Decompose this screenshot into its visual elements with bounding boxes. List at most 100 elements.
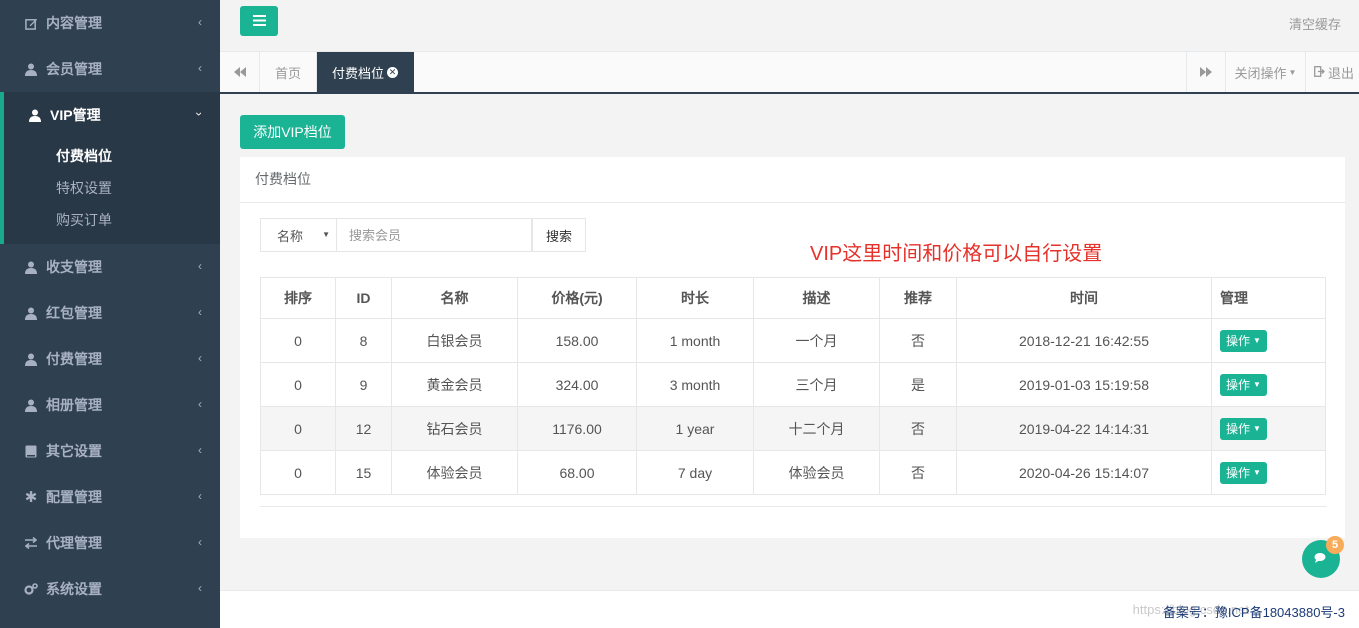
- submenu-item-orders[interactable]: 购买订单: [4, 204, 220, 236]
- action-label: 操作: [1226, 334, 1251, 348]
- cell-duration: 1 month: [636, 318, 754, 363]
- topbar: 清空缓存: [220, 0, 1359, 52]
- sidebar-item-label: 红包管理: [46, 305, 102, 321]
- close-operations-dropdown[interactable]: 关闭操作 ▼: [1226, 52, 1306, 92]
- forward-icon: [1200, 65, 1212, 80]
- cell-id: 9: [335, 362, 392, 407]
- submenu-item-privileges[interactable]: 特权设置: [4, 172, 220, 204]
- sidebar-item-other-settings[interactable]: 其它设置 ‹: [0, 428, 220, 474]
- column-header: 管理: [1211, 277, 1326, 319]
- cell-actions: 操作 ▼: [1211, 362, 1326, 407]
- tab-scroll-left-button[interactable]: [220, 52, 260, 92]
- exchange-icon: [24, 536, 38, 550]
- sidebar-item-label: 收支管理: [46, 259, 102, 275]
- sidebar-item-label: 其它设置: [46, 443, 102, 459]
- edit-icon: [24, 16, 38, 30]
- sidebar-item-label: VIP管理: [50, 107, 101, 123]
- chat-badge: 5: [1326, 536, 1344, 554]
- cell-order: 0: [260, 450, 336, 495]
- row-actions-dropdown[interactable]: 操作 ▼: [1220, 329, 1267, 352]
- column-header: 排序: [260, 277, 336, 319]
- chevron-left-icon: ‹: [198, 443, 202, 457]
- caret-down-icon: ▼: [1253, 380, 1261, 389]
- chevron-left-icon: ‹: [198, 305, 202, 319]
- cell-price: 1176.00: [517, 406, 637, 451]
- cell-name: 体验会员: [391, 450, 518, 495]
- sidebar-item-members[interactable]: 会员管理 ‹: [0, 46, 220, 92]
- caret-down-icon: ▼: [322, 230, 330, 239]
- user-icon: [24, 306, 38, 320]
- tab-label: 付费档位: [332, 65, 385, 81]
- user-icon: [24, 398, 38, 412]
- sidebar-item-redpacket[interactable]: 红包管理 ‹: [0, 290, 220, 336]
- cell-duration: 1 year: [636, 406, 754, 451]
- sidebar-item-label: 付费管理: [46, 351, 102, 367]
- table-row: 0 9 黄金会员 324.00 3 month 三个月 是 2019-01-03…: [260, 362, 1326, 407]
- row-actions-dropdown[interactable]: 操作 ▼: [1220, 461, 1267, 484]
- action-label: 操作: [1226, 422, 1251, 436]
- logout-button[interactable]: 退出: [1306, 52, 1359, 92]
- cell-order: 0: [260, 318, 336, 363]
- tab-paid-tiers[interactable]: 付费档位 ✕: [317, 52, 414, 92]
- tab-scroll-right-button[interactable]: [1186, 52, 1226, 92]
- paid-tiers-panel: 付费档位 名称 ▼ 搜索 VIP这里时间和价格可以自行设置 排序 ID 名称 价…: [240, 157, 1345, 538]
- cell-description: 一个月: [753, 318, 880, 363]
- cell-duration: 3 month: [636, 362, 754, 407]
- chevron-down-icon: ‹: [191, 112, 205, 116]
- chevron-left-icon: ‹: [198, 535, 202, 549]
- cell-id: 12: [335, 406, 392, 451]
- sidebar-item-vip[interactable]: VIP管理 ‹: [0, 92, 220, 138]
- row-actions-dropdown[interactable]: 操作 ▼: [1220, 373, 1267, 396]
- add-vip-tier-button[interactable]: 添加VIP档位: [240, 115, 345, 149]
- cell-description: 三个月: [753, 362, 880, 407]
- cell-id: 8: [335, 318, 392, 363]
- sidebar-item-label: 会员管理: [46, 61, 102, 77]
- sidebar-item-config[interactable]: ✱ 配置管理 ‹: [0, 474, 220, 520]
- cell-time: 2018-12-21 16:42:55: [956, 318, 1212, 363]
- sidebar-item-label: 代理管理: [46, 535, 102, 551]
- chevron-left-icon: ‹: [198, 61, 202, 75]
- chevron-left-icon: ‹: [198, 489, 202, 503]
- search-bar: 名称 ▼ 搜索: [260, 218, 586, 252]
- menu-toggle-button[interactable]: [240, 6, 278, 36]
- column-header: ID: [335, 277, 392, 319]
- cell-name: 白银会员: [391, 318, 518, 363]
- submenu-item-paid-tiers[interactable]: 付费档位: [4, 140, 220, 172]
- panel-title: 付费档位: [240, 157, 1345, 203]
- divider: [260, 506, 1327, 507]
- gears-icon: [24, 582, 38, 596]
- cell-description: 体验会员: [753, 450, 880, 495]
- table-header-row: 排序 ID 名称 价格(元) 时长 描述 推荐 时间 管理: [260, 277, 1326, 319]
- icp-record-link[interactable]: 备案号：豫ICP备18043880号-3: [1163, 602, 1345, 621]
- cell-actions: 操作 ▼: [1211, 406, 1326, 451]
- cell-duration: 7 day: [636, 450, 754, 495]
- sidebar-item-payment[interactable]: 付费管理 ‹: [0, 336, 220, 382]
- chevron-left-icon: ‹: [198, 15, 202, 29]
- sidebar-item-content[interactable]: 内容管理 ‹: [0, 0, 220, 46]
- sidebar-item-agent[interactable]: 代理管理 ‹: [0, 520, 220, 566]
- table-row: 0 12 钻石会员 1176.00 1 year 十二个月 否 2019-04-…: [260, 406, 1326, 451]
- search-input[interactable]: [337, 218, 532, 252]
- close-icon[interactable]: ✕: [387, 66, 399, 78]
- cell-time: 2020-04-26 15:14:07: [956, 450, 1212, 495]
- tab-home[interactable]: 首页: [260, 52, 317, 92]
- caret-down-icon: ▼: [1253, 468, 1261, 477]
- column-header: 名称: [391, 277, 518, 319]
- row-actions-dropdown[interactable]: 操作 ▼: [1220, 417, 1267, 440]
- cell-description: 十二个月: [753, 406, 880, 451]
- column-header: 时长: [636, 277, 754, 319]
- search-button[interactable]: 搜索: [532, 218, 586, 252]
- vip-submenu: 付费档位 特权设置 购买订单: [0, 138, 220, 244]
- sidebar-item-finance[interactable]: 收支管理 ‹: [0, 244, 220, 290]
- cell-name: 钻石会员: [391, 406, 518, 451]
- sidebar-item-album[interactable]: 相册管理 ‹: [0, 382, 220, 428]
- cell-price: 158.00: [517, 318, 637, 363]
- cell-price: 324.00: [517, 362, 637, 407]
- sidebar-item-system[interactable]: 系统设置 ‹: [0, 566, 220, 612]
- search-field-select[interactable]: 名称 ▼: [260, 218, 337, 252]
- footer: https://blog.csdn.net 备案号：豫ICP备18043880号…: [220, 590, 1359, 628]
- user-icon: [24, 62, 38, 76]
- clear-cache-link[interactable]: 清空缓存: [1289, 14, 1341, 33]
- column-header: 价格(元): [517, 277, 637, 319]
- close-ops-label: 关闭操作: [1234, 65, 1287, 81]
